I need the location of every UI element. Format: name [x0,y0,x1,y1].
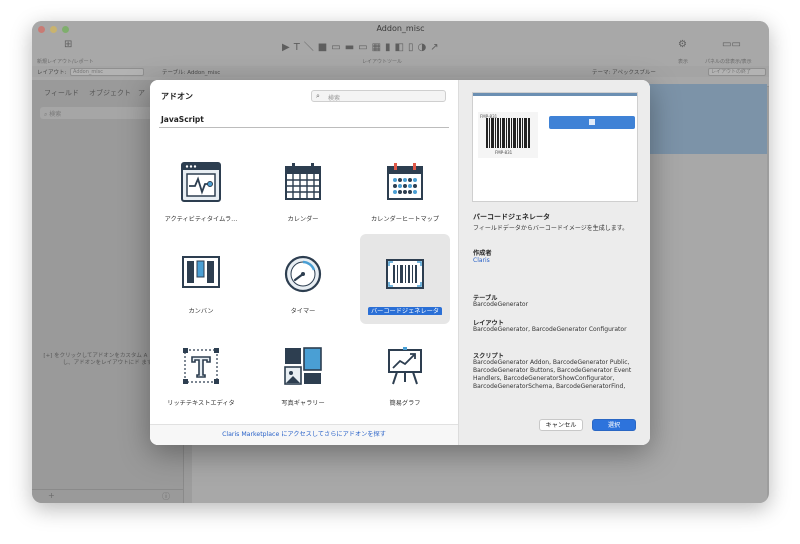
addon-tile-activity-timeline[interactable]: アクティビティタイムラ… [156,142,246,232]
addon-label: リッチテキストエディタ [167,400,235,407]
panel-toggle-icon[interactable]: ▭▭ [722,39,741,50]
addon-tile-calendar[interactable]: カレンダー [258,142,348,232]
activity-timeline-icon [181,162,221,202]
addon-label: バーコードジェネレータ [360,306,450,315]
addon-description: フィールドデータからバーコードイメージを生成します。 [473,225,629,232]
panel-toggle-label: パネルの非表示/表示 [705,59,752,65]
addon-tile-timer[interactable]: タイマー [258,234,348,324]
select-button[interactable]: 選択 [592,419,636,431]
addon-label: アクティビティタイムラ… [164,216,238,223]
gear-icon[interactable]: ⚙ [678,39,687,50]
addon-search-input[interactable]: ⌕ 検索 [311,90,446,102]
layout-bar: レイアウト: Addon_misc テーブル: Addon_misc テーマ: … [32,66,769,77]
panel-bottom-bar: + ⓘ [32,489,184,503]
addon-label: カレンダー [287,216,319,223]
theme-label: テーマ: アペックスブルー [592,70,656,76]
simple-chart-icon [388,347,422,385]
addon-label: カンバン [188,308,214,315]
view-label: 表示 [678,59,689,65]
panel-search-placeholder: 検索 [49,111,62,118]
addon-preview: FMP-831 FMP-831 [472,92,638,202]
author-link[interactable]: Claris [473,257,645,265]
addon-label-text: バーコードジェネレータ [367,307,443,315]
tab-fields[interactable]: フィールド [44,88,79,98]
addon-dialog: アドオン ⌕ 検索 JavaScript アクティビティタイムラ… カレンダー … [150,80,650,445]
new-layout-label: 新規レイアウト/レポート [37,59,94,65]
kanban-icon [182,256,220,288]
preview-barcode-bars [486,126,530,148]
calendar-heatmap-icon [387,163,423,200]
addon-tile-simple-chart[interactable]: 簡易グラフ [360,326,450,416]
addon-tile-calendar-heatmap[interactable]: カレンダーヒートマップ [360,142,450,232]
layout-label: レイアウト: [37,70,67,76]
dialog-title: アドオン [161,92,193,101]
title-bar: Addon_misc ⊞ 新規レイアウト/レポート ▶T＼■▭▬▭▦▮◧▯◑↗ … [32,21,769,87]
category-divider [159,127,449,128]
info-icon[interactable]: ⓘ [162,491,170,502]
rich-text-icon [183,348,219,384]
preview-barcode-image [486,118,530,126]
addon-label: カレンダーヒートマップ [370,216,440,223]
search-icon: ⌕ [316,92,320,100]
table-label: テーブル: Addon_misc [162,70,221,76]
layout-tools-label: レイアウトツール [362,59,403,65]
addon-label: タイマー [290,308,316,315]
cancel-button[interactable]: キャンセル [539,419,583,431]
table-value: BarcodeGenerator [473,301,529,308]
timer-icon [284,255,322,293]
preview-barcode-card: FMP-831 FMP-831 [478,112,538,158]
addon-search-placeholder: 検索 [328,95,341,102]
tab-objects[interactable]: オブジェクト [89,88,131,98]
barcode-icon [386,259,424,289]
marketplace-link[interactable]: Claris Marketplace にアクセスしてさらにアドオンを探す [150,424,458,445]
layout-select[interactable]: Addon_misc [70,68,144,76]
script-value: BarcodeGenerator Addon, BarcodeGenerator… [473,359,632,390]
window-title: Addon_misc [376,24,425,33]
addon-list-pane: アドオン ⌕ 検索 JavaScript アクティビティタイムラ… カレンダー … [150,80,458,445]
layout-value: BarcodeGenerator, BarcodeGenerator Confi… [473,326,627,333]
addon-tile-photo-gallery[interactable]: 写真ギャラリー [258,326,348,416]
preview-header-bar [473,93,637,96]
tab-addons[interactable]: ア [138,88,145,98]
addon-grid: アクティビティタイムラ… カレンダー カレンダーヒートマップ カンバン タイマー… [150,132,458,420]
preview-generate-button [549,116,635,129]
category-label: JavaScript [161,115,204,124]
exit-layout-button[interactable]: レイアウトの終了 [708,68,766,76]
addon-tile-kanban[interactable]: カンバン [156,234,246,324]
addon-tile-barcode-generator[interactable]: バーコードジェネレータ [360,234,450,324]
photo-gallery-icon [284,347,322,385]
addon-label: 写真ギャラリー [281,400,325,407]
addon-name: バーコードジェネレータ [473,213,550,221]
addon-tile-rich-text-editor[interactable]: リッチテキストエディタ [156,326,246,416]
addon-detail-pane: FMP-831 FMP-831 バーコードジェネレータ フィールドデータからバー… [458,80,650,445]
addon-label: 簡易グラフ [389,400,421,407]
add-icon[interactable]: + [48,491,55,500]
new-layout-icon[interactable]: ⊞ [64,39,72,50]
preview-barcode-text: FMP-831 [495,150,513,155]
layout-tools-icons[interactable]: ▶T＼■▭▬▭▦▮◧▯◑↗ [282,38,443,53]
calendar-icon [285,163,321,200]
author-heading: 作成者 [473,250,492,257]
